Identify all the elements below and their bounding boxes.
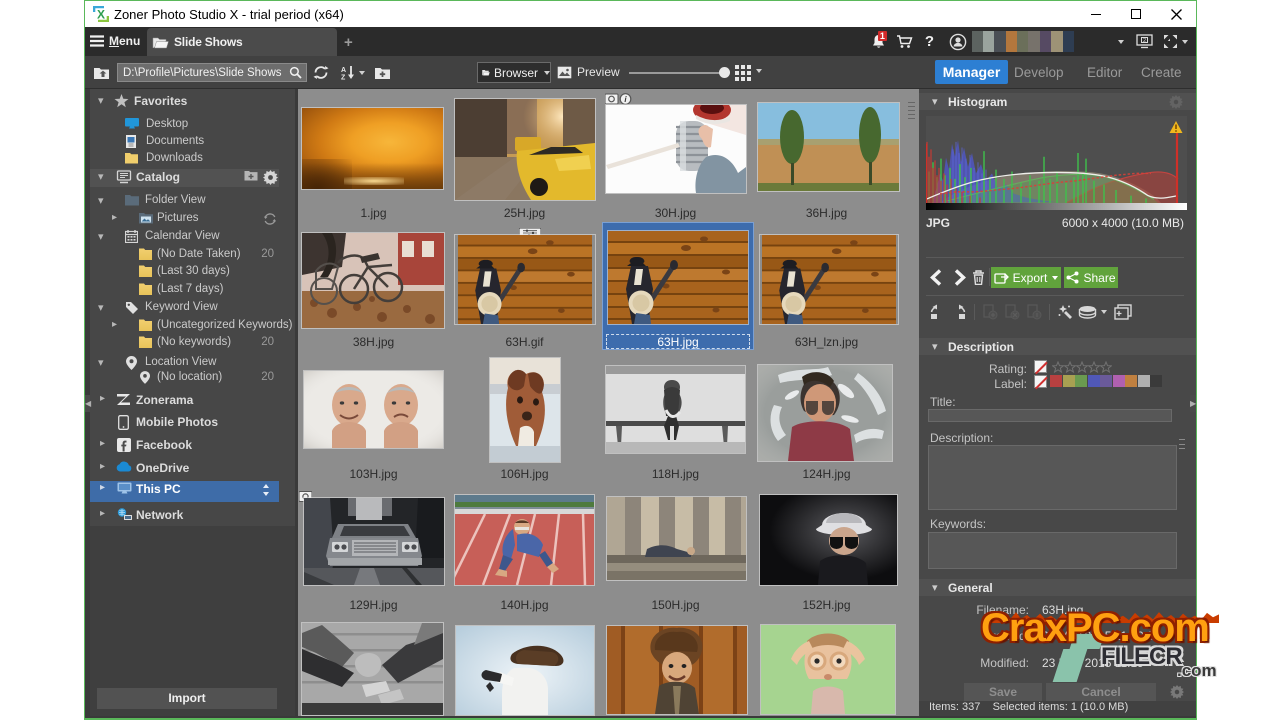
- svg-text:2: 2: [1143, 38, 1146, 44]
- svg-text:A: A: [341, 67, 346, 74]
- svg-text:X: X: [97, 8, 105, 22]
- svg-text:Z: Z: [341, 75, 346, 81]
